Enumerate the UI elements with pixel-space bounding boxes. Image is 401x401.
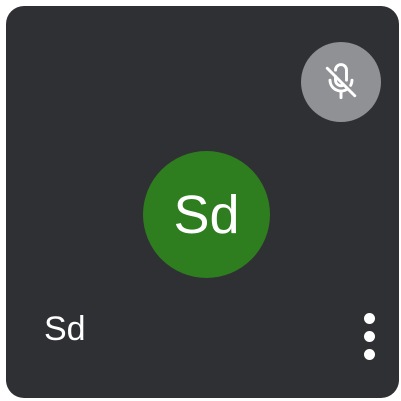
more-vert-icon-dot-top (363, 312, 375, 324)
avatar-initials: Sd (173, 184, 240, 245)
more-vert-icon-dot-bottom (363, 348, 375, 360)
more-vert-icon-dot-middle (363, 330, 375, 342)
avatar: Sd (143, 151, 270, 278)
participant-tile: Sd Sd (6, 6, 399, 398)
participant-name: Sd (44, 310, 86, 348)
mic-muted-badge (301, 42, 381, 122)
more-options-button[interactable] (351, 306, 387, 366)
mic-off-icon (325, 63, 357, 100)
